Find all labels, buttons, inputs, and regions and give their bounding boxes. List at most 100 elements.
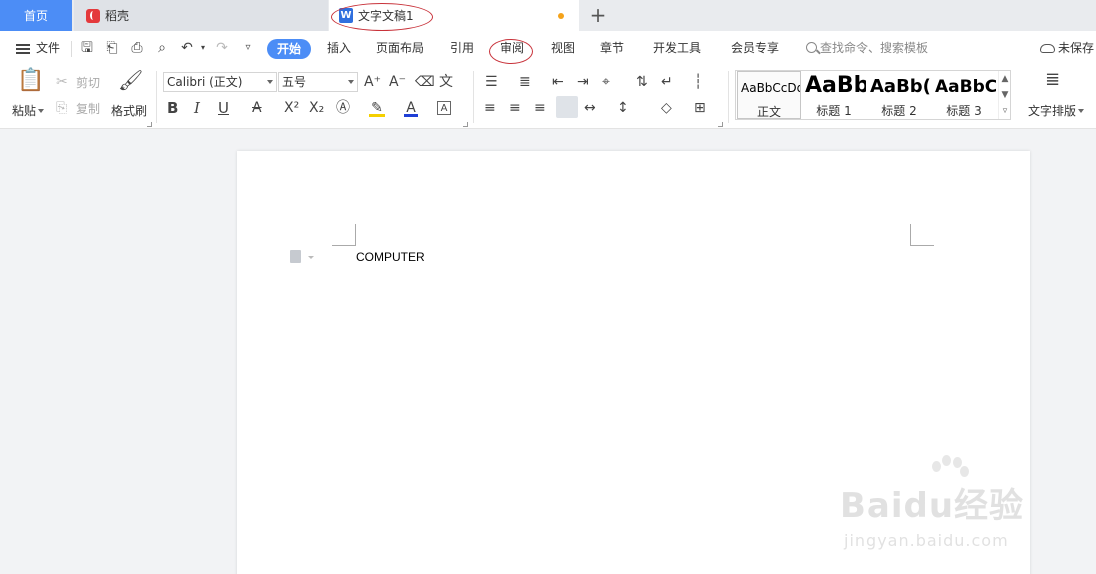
pinyin-guide-icon[interactable]: 文 [439,73,453,91]
print-preview-icon[interactable]: ⌕ [154,40,170,56]
tab-page-layout[interactable]: 页面布局 [376,31,424,65]
bold-icon[interactable]: B [167,99,178,117]
shrink-font-icon[interactable]: A⁻ [389,73,406,91]
paragraph-handle-icon[interactable] [290,250,301,263]
redo-icon[interactable]: ↷ [214,40,230,56]
tab-view[interactable]: 视图 [551,31,575,65]
unsaved-indicator-icon [558,13,564,19]
styles-scrollbar[interactable]: ▲ ▼ ▿ [998,71,1011,119]
style-heading-1-sample: AaBb [805,73,866,98]
save-icon[interactable]: 🖫 [79,40,95,56]
divider [156,71,157,123]
divider [728,71,729,123]
print-icon[interactable]: ⎙ [129,40,145,56]
font-expand-icon[interactable] [463,122,468,127]
font-color-icon[interactable]: A [404,99,418,117]
text-layout-icon[interactable]: ≣ [1045,71,1060,89]
bullet-list-icon[interactable]: ☰ [485,73,498,91]
style-heading-3[interactable]: AaBbC 标题 3 [932,71,996,119]
paste-icon[interactable]: 📋 [17,70,44,98]
format-painter-label[interactable]: 格式刷 [111,102,147,119]
copy-label[interactable]: 复制 [76,100,100,117]
tab-chapter[interactable]: 章节 [600,31,624,65]
highlight-color-icon[interactable]: ✎ [369,99,385,117]
align-left-icon[interactable]: ≡ [484,99,496,117]
borders-icon[interactable]: ⊞ [694,99,706,117]
italic-icon[interactable]: I [194,99,200,117]
tab-insert[interactable]: 插入 [327,31,351,65]
align-right-icon[interactable]: ≡ [534,99,546,117]
line-spacing-icon[interactable]: ↕ [617,99,629,117]
customize-quick-access-icon[interactable]: ▿ [240,40,256,56]
style-heading-2-name: 标题 2 [881,104,917,118]
cloud-save-status-label: 未保存 [1058,41,1095,55]
export-pdf-icon[interactable]: ⎗ [104,40,120,56]
paste-button[interactable]: 粘贴 [12,102,45,119]
tab-bar: 首页 稻壳 W 文字文稿1 + [0,0,1096,31]
align-center-icon[interactable]: ≡ [509,99,521,117]
format-painter-icon[interactable]: 🖌 [118,70,143,90]
style-heading-3-sample: AaBbC [935,77,996,97]
decrease-indent-icon[interactable]: ⇤ [552,73,564,91]
increase-indent-icon[interactable]: ⇥ [577,73,589,91]
paragraph-handle-dropdown-icon[interactable] [308,256,314,259]
tab-start[interactable]: 开始 [267,39,311,59]
undo-dropdown-icon[interactable]: ▾ [195,40,211,56]
shading-icon[interactable]: ◇ [661,99,672,117]
scissors-icon[interactable]: ✂ [56,73,68,91]
baidu-jingyan-watermark: Baidu经验 jingyan.baidu.com [840,455,1040,565]
chevron-down-icon[interactable]: ▼ [999,87,1011,103]
document-body-text[interactable]: COMPUTER [356,250,425,264]
strikethrough-icon[interactable]: A [252,99,262,117]
cut-label[interactable]: 剪切 [76,74,100,91]
show-formatting-icon[interactable]: ↵ [661,73,673,91]
margin-corner-top-left [332,224,356,246]
style-normal[interactable]: AaBbCcDd 正文 [737,71,801,119]
copy-icon[interactable]: ⎘ [56,99,67,117]
tab-home[interactable]: 首页 [0,0,72,31]
font-size-value: 五号 [282,75,307,89]
font-name-select[interactable]: Calibri (正文) [163,72,277,92]
divider [71,41,72,57]
tab-home-label: 首页 [23,9,48,23]
style-heading-2[interactable]: AaBb( 标题 2 [867,71,931,119]
annotation-oval-doc-tab [331,3,433,31]
underline-icon[interactable]: U [218,99,229,117]
hamburger-menu-icon[interactable] [16,44,30,54]
margin-corner-top-right [910,224,934,246]
character-border-icon[interactable]: A [437,101,451,115]
tab-references[interactable]: 引用 [450,31,474,65]
menu-bar: 文件 🖫 ⎗ ⎙ ⌕ ↶ ▾ ↷ ▿ 开始 插入 页面布局 引用 审阅 视图 章… [0,31,1096,65]
tab-developer-tools[interactable]: 开发工具 [653,31,701,65]
search-icon [806,42,817,53]
grow-font-icon[interactable]: A⁺ [364,73,381,91]
paragraph-expand-icon[interactable] [718,122,723,127]
divider [473,71,474,123]
command-search[interactable]: 查找命令、搜索模板 [806,31,928,65]
clear-format-icon[interactable]: ⌫ [415,73,435,91]
styles-more-icon[interactable]: ▿ [999,103,1011,119]
font-size-select[interactable]: 五号 [278,72,358,92]
paste-label: 粘贴 [12,104,37,118]
subscript-icon[interactable]: X₂ [309,99,324,117]
annotation-oval-review-tab [489,39,533,64]
new-tab-button[interactable]: + [588,4,608,26]
tab-stop-ruler-icon[interactable]: ┆ [694,73,702,91]
clipboard-expand-icon[interactable] [147,122,152,127]
sort-icon[interactable]: ⇅ [636,73,648,91]
chevron-up-icon[interactable]: ▲ [999,71,1011,87]
chinese-layout-icon[interactable]: ⌖ [602,73,610,91]
cloud-icon [1040,44,1055,53]
distributed-align-icon[interactable]: ↔ [584,99,596,117]
tab-member-exclusive[interactable]: 会员专享 [731,31,779,65]
text-effect-icon[interactable]: Ⓐ [336,99,350,117]
style-heading-1[interactable]: AaBb 标题 1 [802,71,866,119]
menu-file[interactable]: 文件 [36,31,60,65]
text-layout-button[interactable]: 文字排版 [1028,102,1085,119]
undo-icon[interactable]: ↶ [179,40,195,56]
tab-daoke[interactable]: 稻壳 [74,0,328,31]
superscript-icon[interactable]: X² [284,99,299,117]
daoke-logo-icon [86,8,100,23]
cloud-save-status[interactable]: 未保存 [1040,31,1094,65]
numbered-list-icon[interactable]: ≣ [519,73,531,91]
